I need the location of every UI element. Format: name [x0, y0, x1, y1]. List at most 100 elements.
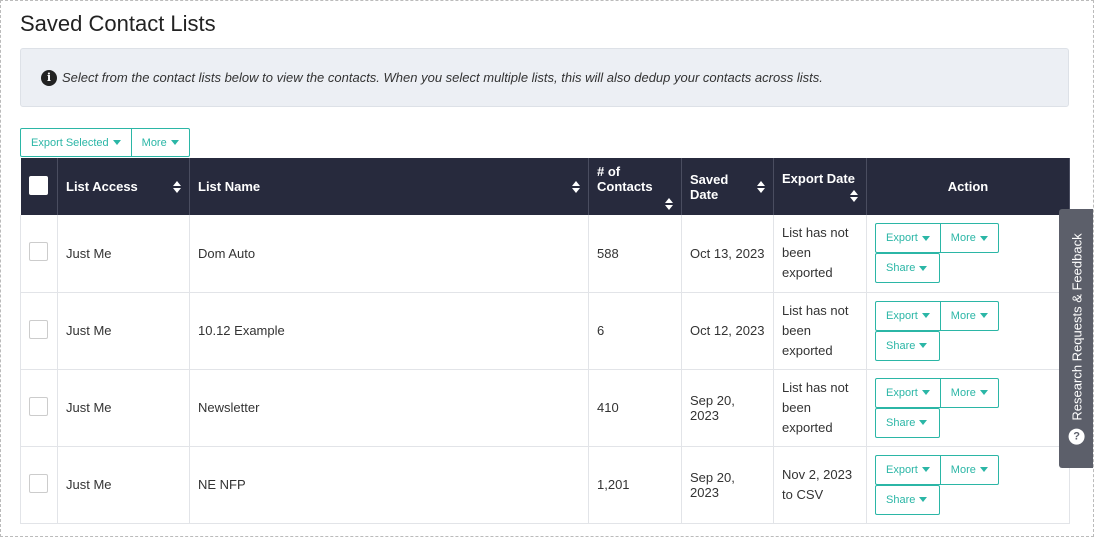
caret-down-icon — [170, 140, 179, 145]
contacts-cell: 6 — [588, 292, 682, 370]
action-cell: Export More Share — [866, 292, 1070, 370]
more-label: More — [950, 386, 976, 399]
column-header-contacts[interactable]: # of Contacts — [588, 158, 682, 215]
more-label: More — [950, 309, 976, 322]
bulk-actions-group: Export Selected More — [20, 128, 190, 157]
export-button[interactable]: Export — [875, 454, 941, 485]
export-label: Export — [886, 463, 918, 476]
feedback-tab[interactable]: ? Research Requests & Feedback — [1059, 209, 1093, 468]
more-label: More — [950, 232, 976, 245]
contacts-header-label: # of Contacts — [597, 163, 653, 194]
list-name-cell[interactable]: Newsletter — [189, 369, 589, 447]
more-button[interactable]: More — [939, 377, 999, 408]
more-button[interactable]: More — [939, 223, 999, 254]
more-button[interactable]: More — [939, 454, 999, 485]
caret-down-icon — [979, 390, 988, 395]
caret-down-icon — [919, 343, 928, 348]
table-header-row: List Access List Name # of Contacts Save… — [20, 158, 1070, 215]
table-row: Just Me 10.12 Example 6 Oct 12, 2023 Lis… — [20, 292, 1070, 370]
list-access-header-label: List Access — [66, 179, 138, 194]
caret-down-icon — [919, 497, 928, 502]
export-date-cell: Nov 2, 2023 to CSV — [773, 446, 867, 524]
table-row: Just Me NE NFP 1,201 Sep 20, 2023 Nov 2,… — [20, 446, 1070, 524]
saved-date-header-label: Saved Date — [690, 171, 729, 202]
export-date-cell: List has not been exported — [773, 215, 867, 293]
column-header-list-name[interactable]: List Name — [189, 158, 589, 215]
export-date-cell: List has not been exported — [773, 369, 867, 447]
row-checkbox[interactable] — [29, 242, 48, 262]
action-cell: Export More Share — [866, 215, 1070, 293]
list-name-cell[interactable]: 10.12 Example — [189, 292, 589, 370]
sort-icon[interactable] — [572, 180, 580, 193]
export-selected-label: Export Selected — [31, 136, 109, 149]
info-banner: i Select from the contact lists below to… — [20, 48, 1069, 107]
row-checkbox[interactable] — [29, 319, 48, 339]
caret-down-icon — [921, 467, 930, 472]
list-name-header-label: List Name — [198, 179, 261, 194]
list-access-cell: Just Me — [57, 292, 190, 370]
contacts-cell: 588 — [588, 215, 682, 293]
row-select-cell — [20, 369, 58, 447]
export-label: Export — [886, 386, 918, 399]
more-button[interactable]: More — [131, 128, 190, 157]
sort-icon[interactable] — [757, 180, 765, 193]
row-select-cell — [20, 446, 58, 524]
share-label: Share — [886, 416, 916, 429]
share-label: Share — [886, 493, 916, 506]
column-header-action: Action — [866, 158, 1070, 215]
table-row: Just Me Newsletter 410 Sep 20, 2023 List… — [20, 369, 1070, 447]
info-icon: i — [41, 69, 57, 86]
caret-down-icon — [979, 235, 988, 241]
export-button[interactable]: Export — [875, 300, 941, 331]
caret-down-icon — [921, 313, 930, 318]
caret-down-icon — [979, 467, 988, 472]
row-checkbox[interactable] — [29, 396, 48, 416]
column-header-export-date[interactable]: Export Date — [773, 158, 867, 215]
export-label: Export — [886, 232, 918, 245]
table-row: Just Me Dom Auto 588 Oct 13, 2023 List h… — [20, 215, 1070, 293]
caret-down-icon — [919, 420, 928, 425]
action-header-label: Action — [947, 179, 989, 194]
export-button[interactable]: Export — [875, 223, 941, 254]
list-name-cell[interactable]: NE NFP — [189, 446, 589, 524]
share-button[interactable]: Share — [875, 330, 940, 361]
caret-down-icon — [979, 313, 988, 318]
page-title: Saved Contact Lists — [20, 11, 216, 36]
sort-icon[interactable] — [850, 190, 858, 202]
select-all-checkbox[interactable] — [28, 175, 48, 195]
sort-icon[interactable] — [665, 197, 673, 210]
row-select-cell — [20, 215, 58, 293]
list-name-cell[interactable]: Dom Auto — [189, 215, 589, 293]
export-label: Export — [886, 309, 918, 322]
info-text: Select from the contact lists below to v… — [62, 70, 823, 85]
export-selected-button[interactable]: Export Selected — [20, 128, 132, 157]
more-label: More — [950, 463, 976, 476]
select-all-header — [20, 158, 58, 215]
caret-down-icon — [112, 140, 121, 145]
more-label: More — [141, 136, 167, 149]
share-button[interactable]: Share — [875, 253, 940, 284]
share-label: Share — [886, 339, 916, 352]
saved-date-cell: Oct 13, 2023 — [681, 215, 774, 293]
page-frame: Saved Contact Lists i Select from the co… — [0, 0, 1094, 537]
list-access-cell: Just Me — [57, 215, 190, 293]
share-button[interactable]: Share — [875, 407, 940, 438]
export-button[interactable]: Export — [875, 377, 941, 408]
action-cell: Export More Share — [866, 446, 1070, 524]
row-checkbox[interactable] — [29, 473, 48, 493]
action-cell: Export More Share — [866, 369, 1070, 447]
row-select-cell — [20, 292, 58, 370]
question-circle-icon: ? — [1069, 428, 1085, 445]
caret-down-icon — [919, 265, 928, 271]
export-date-header-label: Export Date — [782, 171, 855, 186]
sort-icon[interactable] — [173, 180, 181, 193]
column-header-saved-date[interactable]: Saved Date — [681, 158, 774, 215]
more-button[interactable]: More — [939, 300, 999, 331]
share-button[interactable]: Share — [875, 484, 940, 515]
column-header-list-access[interactable]: List Access — [57, 158, 190, 215]
caret-down-icon — [921, 235, 930, 241]
list-access-cell: Just Me — [57, 446, 190, 524]
list-access-cell: Just Me — [57, 369, 190, 447]
export-date-cell: List has not been exported — [773, 292, 867, 370]
caret-down-icon — [921, 390, 930, 395]
